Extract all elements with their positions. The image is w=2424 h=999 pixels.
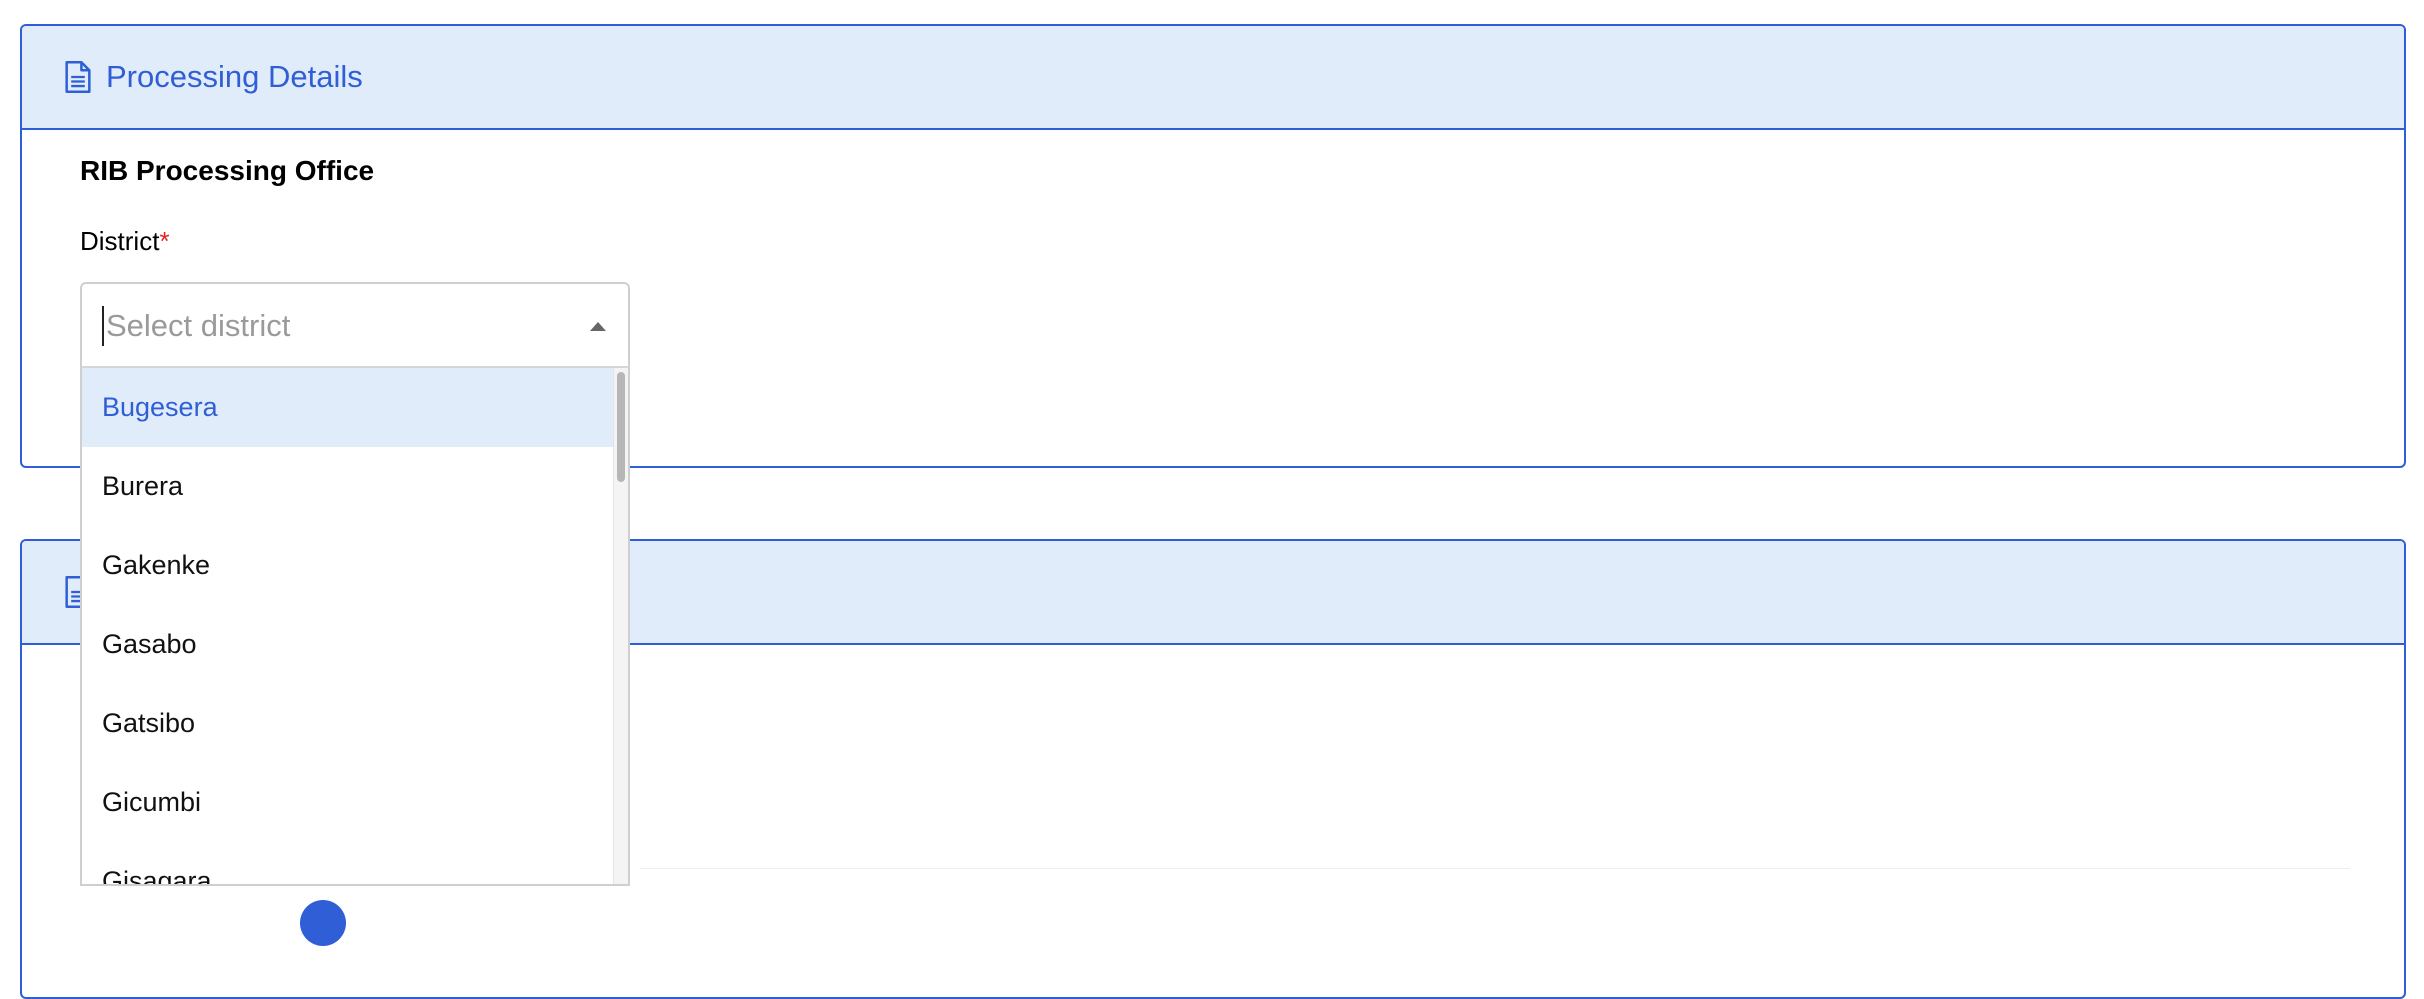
chevron-up-icon[interactable]: [590, 322, 606, 331]
district-label: District*: [80, 226, 170, 257]
panel-title: Processing Details: [106, 59, 363, 94]
document-icon: [64, 60, 92, 94]
scrollbar-thumb[interactable]: [617, 372, 625, 482]
district-option[interactable]: Gakenke: [82, 526, 628, 605]
district-option[interactable]: Gisagara: [82, 842, 628, 884]
divider: [640, 868, 2350, 869]
required-mark: *: [159, 226, 170, 256]
dropdown-scrollbar[interactable]: [613, 368, 628, 884]
district-dropdown-list[interactable]: Bugesera Burera Gakenke Gasabo Gatsibo G…: [80, 366, 630, 886]
district-option[interactable]: Burera: [82, 447, 628, 526]
district-option[interactable]: Bugesera: [82, 368, 628, 447]
panel-header: Processing Details: [22, 26, 2404, 130]
district-search-input[interactable]: Select district: [102, 306, 290, 346]
step-indicator: [300, 900, 346, 946]
text-cursor: [102, 306, 104, 346]
district-select[interactable]: Select district: [80, 282, 630, 368]
section-title: RIB Processing Office: [80, 155, 375, 186]
district-label-text: District: [80, 226, 160, 256]
district-placeholder: Select district: [106, 308, 291, 343]
district-option[interactable]: Gatsibo: [82, 684, 628, 763]
district-option[interactable]: Gasabo: [82, 605, 628, 684]
district-option[interactable]: Gicumbi: [82, 763, 628, 842]
